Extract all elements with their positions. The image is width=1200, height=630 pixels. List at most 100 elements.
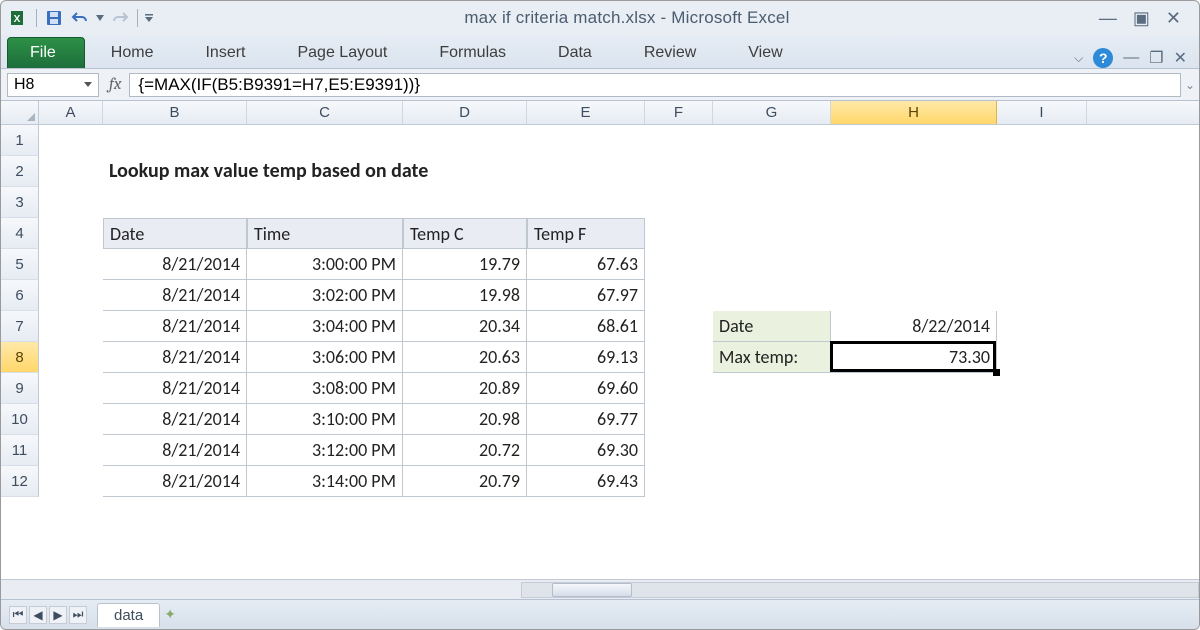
tab-page-layout[interactable]: Page Layout xyxy=(271,38,413,68)
cell-E11[interactable]: 69.30 xyxy=(527,435,645,466)
cell-A6[interactable] xyxy=(39,280,103,311)
cell-I3[interactable] xyxy=(997,187,1087,218)
tab-view[interactable]: View xyxy=(722,38,808,68)
cell-B12[interactable]: 8/21/2014 xyxy=(103,466,247,497)
scroll-thumb[interactable] xyxy=(552,583,632,597)
cell-F11[interactable] xyxy=(645,435,713,466)
cell-G12[interactable] xyxy=(713,466,831,497)
formula-input[interactable]: {=MAX(IF(B5:B9391=H7,E5:E9391))} xyxy=(129,73,1181,97)
column-header-C[interactable]: C xyxy=(247,101,403,124)
tab-review[interactable]: Review xyxy=(618,38,722,68)
row-header-3[interactable]: 3 xyxy=(1,187,39,218)
cell-I4[interactable] xyxy=(997,218,1087,249)
workbook-minimize-icon[interactable]: — xyxy=(1123,49,1139,67)
cell-G5[interactable] xyxy=(713,249,831,280)
cell-E1[interactable] xyxy=(527,125,645,156)
cell-I10[interactable] xyxy=(997,404,1087,435)
cell-G7[interactable]: Date xyxy=(713,311,831,342)
cell-F5[interactable] xyxy=(645,249,713,280)
sheet-prev-icon[interactable]: ◀ xyxy=(29,606,47,624)
cell-I2[interactable] xyxy=(997,156,1087,187)
cell-A8[interactable] xyxy=(39,342,103,373)
row-header-1[interactable]: 1 xyxy=(1,125,39,156)
column-header-F[interactable]: F xyxy=(645,101,713,124)
cell-A11[interactable] xyxy=(39,435,103,466)
tab-insert[interactable]: Insert xyxy=(179,38,271,68)
cell-F12[interactable] xyxy=(645,466,713,497)
cell-B2[interactable]: Lookup max value temp based on date xyxy=(103,156,247,187)
cell-H12[interactable] xyxy=(831,466,997,497)
cell-A3[interactable] xyxy=(39,187,103,218)
sheet-next-icon[interactable]: ▶ xyxy=(49,606,67,624)
row-header-2[interactable]: 2 xyxy=(1,156,39,187)
cell-H9[interactable] xyxy=(831,373,997,404)
column-header-G[interactable]: G xyxy=(713,101,831,124)
cell-B11[interactable]: 8/21/2014 xyxy=(103,435,247,466)
row-header-7[interactable]: 7 xyxy=(1,311,39,342)
cell-I6[interactable] xyxy=(997,280,1087,311)
horizontal-scrollbar[interactable] xyxy=(1,579,1199,599)
cell-E2[interactable] xyxy=(527,156,645,187)
tab-formulas[interactable]: Formulas xyxy=(413,38,532,68)
cell-A7[interactable] xyxy=(39,311,103,342)
cell-H10[interactable] xyxy=(831,404,997,435)
cell-D2[interactable] xyxy=(403,156,527,187)
cell-H4[interactable] xyxy=(831,218,997,249)
maximize-icon[interactable]: ▣ xyxy=(1133,8,1150,29)
cell-C10[interactable]: 3:10:00 PM xyxy=(247,404,403,435)
cell-I1[interactable] xyxy=(997,125,1087,156)
cell-D8[interactable]: 20.63 xyxy=(403,342,527,373)
cell-H6[interactable] xyxy=(831,280,997,311)
cell-G3[interactable] xyxy=(713,187,831,218)
cell-E4[interactable]: Temp F xyxy=(527,218,645,249)
sheet-last-icon[interactable]: ⏭ xyxy=(69,606,87,624)
cell-B9[interactable]: 8/21/2014 xyxy=(103,373,247,404)
column-header-H[interactable]: H xyxy=(831,101,997,124)
cell-A10[interactable] xyxy=(39,404,103,435)
row-header-10[interactable]: 10 xyxy=(1,404,39,435)
tab-data[interactable]: Data xyxy=(532,38,618,68)
cell-E10[interactable]: 69.77 xyxy=(527,404,645,435)
new-sheet-icon[interactable]: ✦ xyxy=(164,606,176,623)
row-header-11[interactable]: 11 xyxy=(1,435,39,466)
cell-H1[interactable] xyxy=(831,125,997,156)
row-header-9[interactable]: 9 xyxy=(1,373,39,404)
row-header-4[interactable]: 4 xyxy=(1,218,39,249)
cell-E3[interactable] xyxy=(527,187,645,218)
cell-G4[interactable] xyxy=(713,218,831,249)
cell-H5[interactable] xyxy=(831,249,997,280)
cell-I5[interactable] xyxy=(997,249,1087,280)
cell-C1[interactable] xyxy=(247,125,403,156)
cell-E5[interactable]: 67.63 xyxy=(527,249,645,280)
help-icon[interactable]: ? xyxy=(1093,48,1113,68)
cell-G9[interactable] xyxy=(713,373,831,404)
minimize-icon[interactable]: — xyxy=(1099,8,1117,29)
cell-F3[interactable] xyxy=(645,187,713,218)
cell-C5[interactable]: 3:00:00 PM xyxy=(247,249,403,280)
save-icon[interactable] xyxy=(42,7,66,29)
cell-C4[interactable]: Time xyxy=(247,218,403,249)
cell-E12[interactable]: 69.43 xyxy=(527,466,645,497)
row-header-5[interactable]: 5 xyxy=(1,249,39,280)
cell-B1[interactable] xyxy=(103,125,247,156)
cell-E8[interactable]: 69.13 xyxy=(527,342,645,373)
cell-A12[interactable] xyxy=(39,466,103,497)
close-icon[interactable]: ✕ xyxy=(1166,8,1181,29)
cell-B3[interactable] xyxy=(103,187,247,218)
cell-A5[interactable] xyxy=(39,249,103,280)
cell-G10[interactable] xyxy=(713,404,831,435)
cell-C12[interactable]: 3:14:00 PM xyxy=(247,466,403,497)
cell-A4[interactable] xyxy=(39,218,103,249)
cell-G8[interactable]: Max temp: xyxy=(713,342,831,373)
cell-F1[interactable] xyxy=(645,125,713,156)
cell-A1[interactable] xyxy=(39,125,103,156)
sheet-first-icon[interactable]: ⏮ xyxy=(9,606,27,624)
cell-B6[interactable]: 8/21/2014 xyxy=(103,280,247,311)
column-header-D[interactable]: D xyxy=(403,101,527,124)
column-header-E[interactable]: E xyxy=(527,101,645,124)
row-header-6[interactable]: 6 xyxy=(1,280,39,311)
undo-icon[interactable] xyxy=(68,7,92,29)
cell-F7[interactable] xyxy=(645,311,713,342)
formula-expand-icon[interactable]: ⌄ xyxy=(1181,78,1199,92)
cell-C6[interactable]: 3:02:00 PM xyxy=(247,280,403,311)
